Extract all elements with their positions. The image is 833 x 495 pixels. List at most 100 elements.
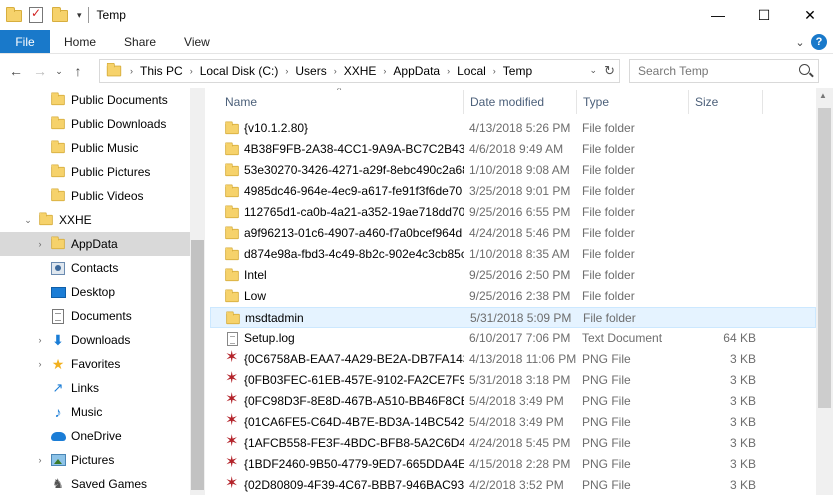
sidebar-item-public-music[interactable]: Public Music [0,136,190,160]
sidebar-item-label: Pictures [71,453,115,467]
help-icon[interactable]: ? [811,34,827,50]
tab-share[interactable]: Share [110,30,170,53]
expand-ribbon-icon[interactable]: ⌄ [789,36,811,49]
crumb-separator-icon[interactable]: › [130,66,133,76]
file-name: {1AFCB558-FE3F-4BDC-BFB8-5A2C6D400... [244,436,464,450]
table-row[interactable]: Intel 9/25/2016 2:50 PM File folder [210,265,816,286]
table-row[interactable]: {01CA6FE5-C64D-4B7E-BD3A-14BC54284... 5/4… [210,412,816,433]
column-divider[interactable] [463,90,464,114]
search-box[interactable] [629,59,819,83]
file-list-scrollbar[interactable]: ▲ [816,88,833,495]
sidebar-item-pictures[interactable]: › Pictures [0,448,190,472]
tab-home[interactable]: Home [50,30,110,53]
table-row[interactable]: 53e30270-3426-4271-a29f-8ebc490c2a68 1/10… [210,160,816,181]
table-row[interactable]: {v10.1.2.80} 4/13/2018 5:26 PM File folder [210,118,816,139]
table-row[interactable]: {1AFCB558-FE3F-4BDC-BFB8-5A2C6D400... 4/2… [210,433,816,454]
sidebar-item-links[interactable]: ↗ Links [0,376,190,400]
sidebar-item-contacts[interactable]: Contacts [0,256,190,280]
column-divider[interactable] [576,90,577,114]
column-header-type[interactable]: Type [583,88,609,116]
downloads-icon: ⬇ [52,331,64,348]
new-folder-icon[interactable] [52,6,70,24]
sidebar-item-public-pictures[interactable]: Public Pictures [0,160,190,184]
sidebar-item-public-downloads[interactable]: Public Downloads [0,112,190,136]
expand-chevron-icon[interactable]: › [34,455,46,465]
close-button[interactable]: ✕ [787,0,833,30]
column-divider[interactable] [688,90,689,114]
sidebar-item-desktop[interactable]: Desktop [0,280,190,304]
crumb-separator-icon[interactable]: › [383,66,386,76]
column-header-date[interactable]: Date modified [470,88,544,116]
address-bar[interactable]: › This PC › Local Disk (C:) › Users › XX… [99,59,620,83]
recent-locations-dropdown[interactable]: ⌄ [52,66,66,77]
crumb-separator-icon[interactable]: › [334,66,337,76]
table-row[interactable]: a9f96213-01c6-4907-a460-f7a0bcef964d 4/24… [210,223,816,244]
table-row[interactable]: d874e98a-fbd3-4c49-8b2c-902e4c3cb85c 1/10… [210,244,816,265]
table-row[interactable]: {0C6758AB-EAA7-4A29-BE2A-DB7FA1438... 4/1… [210,349,816,370]
scroll-up-icon[interactable]: ▲ [819,91,827,100]
crumb-separator-icon[interactable]: › [493,66,496,76]
address-dropdown-icon[interactable]: ⌄ [589,65,597,76]
customize-toolbar-dropdown[interactable]: ▾ [77,10,82,21]
expand-chevron-icon[interactable]: › [34,359,46,369]
sidebar-item-public-videos[interactable]: Public Videos [0,184,190,208]
crumb-separator-icon[interactable]: › [190,66,193,76]
breadcrumb-appdata[interactable]: AppData [393,64,440,78]
sidebar-item-xxhe[interactable]: ⌄ XXHE [0,208,190,232]
table-row[interactable]: msdtadmin 5/31/2018 5:09 PM File folder [210,307,816,328]
refresh-icon[interactable]: ↻ [604,63,615,79]
table-row[interactable]: {0FC98D3F-8E8D-467B-A510-BB46F8CBA... 5/4… [210,391,816,412]
column-header-size[interactable]: Size [695,88,718,116]
sidebar-item-saved-games[interactable]: ♞ Saved Games [0,472,190,495]
table-row[interactable]: 112765d1-ca0b-4a21-a352-19ae718dd70d 9/25… [210,202,816,223]
table-row[interactable]: Setup.log 6/10/2017 7:06 PM Text Document 6… [210,328,816,349]
table-row[interactable]: {0FB03FEC-61EB-457E-9102-FA2CE7F9FE5... 5… [210,370,816,391]
back-button[interactable]: ← [4,63,28,79]
file-name: msdtadmin [245,311,304,325]
table-row[interactable]: Low 9/25/2016 2:38 PM File folder [210,286,816,307]
expand-chevron-icon[interactable]: ⌄ [22,215,34,226]
table-row[interactable]: {02D80809-4F39-4C67-BBB7-946BAC9300... 4/… [210,475,816,495]
breadcrumb-users[interactable]: Users [295,64,326,78]
search-icon[interactable] [799,64,810,75]
table-row[interactable]: 4B38F9FB-2A38-4CC1-9A9A-BC7C2B439... 4/6/… [210,139,816,160]
sidebar-item-label: Public Documents [71,93,168,107]
expand-chevron-icon[interactable]: › [34,335,46,345]
file-list-scroll-thumb[interactable] [818,108,831,408]
sidebar-item-favorites[interactable]: › ★ Favorites [0,352,190,376]
up-button[interactable]: ↑ [66,63,90,79]
file-date-modified: 9/25/2016 2:38 PM [469,289,571,303]
properties-icon[interactable] [29,6,47,24]
breadcrumb-temp[interactable]: Temp [503,64,532,78]
file-name: d874e98a-fbd3-4c49-8b2c-902e4c3cb85c [244,247,464,261]
sidebar-item-downloads[interactable]: › ⬇ Downloads [0,328,190,352]
breadcrumb-xxhe[interactable]: XXHE [344,64,377,78]
sidebar-item-appdata[interactable]: › AppData [0,232,190,256]
crumb-separator-icon[interactable]: › [447,66,450,76]
navigation-scrollbar[interactable] [190,88,205,495]
folder-icon [225,311,241,327]
navigation-scroll-thumb[interactable] [191,240,204,490]
file-type: File folder [582,205,635,219]
breadcrumb-this-pc[interactable]: This PC [140,64,183,78]
breadcrumb-local[interactable]: Local [457,64,486,78]
forward-button[interactable]: → [28,63,52,79]
breadcrumb-local-disk[interactable]: Local Disk (C:) [200,64,279,78]
expand-chevron-icon[interactable]: › [34,239,46,249]
crumb-separator-icon[interactable]: › [285,66,288,76]
table-row[interactable]: 4985dc46-964e-4ec9-a617-fe91f3f6de70 3/25… [210,181,816,202]
sidebar-item-onedrive[interactable]: OneDrive [0,424,190,448]
column-divider[interactable] [762,90,763,114]
table-row[interactable]: {1BDF2460-9B50-4779-9ED7-665DDA4E39... 4/… [210,454,816,475]
column-header-name[interactable]: Name [225,88,257,116]
file-date-modified: 1/10/2018 9:08 AM [469,163,570,177]
sidebar-item-documents[interactable]: Documents [0,304,190,328]
minimize-button[interactable]: — [695,0,741,30]
sidebar-item-music[interactable]: ♪ Music [0,400,190,424]
maximize-button[interactable]: ☐ [741,0,787,30]
png-file-icon [224,413,240,431]
tab-file[interactable]: File [0,30,50,53]
tab-view[interactable]: View [170,30,224,53]
sidebar-item-public-documents[interactable]: Public Documents [0,88,190,112]
search-input[interactable] [638,64,788,78]
